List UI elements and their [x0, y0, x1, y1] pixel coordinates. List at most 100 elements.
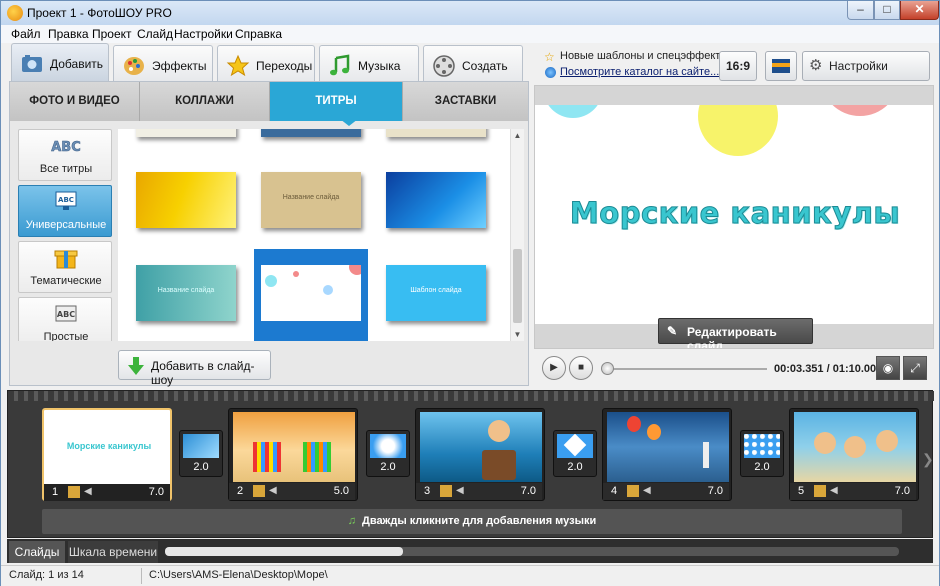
slide-number: 1 — [52, 486, 59, 498]
menu-edit[interactable]: Правка — [48, 27, 89, 41]
transition-thumb — [370, 434, 406, 458]
slide-4[interactable]: 4 ◀ 7.0 — [602, 408, 732, 501]
app-window: Проект 1 - ФотоШОУ PRO – □ ✕ Файл Правка… — [0, 0, 940, 586]
time-readout: 00:03.351 / 01:10.000 — [774, 363, 883, 375]
template-thumb[interactable] — [386, 172, 486, 228]
subtab-titles[interactable]: ТИТРЫ — [270, 82, 403, 121]
menu-slide[interactable]: Слайд — [137, 27, 173, 41]
template-caption: Название слайда — [157, 287, 215, 294]
fullscreen-button[interactable]: ⤢ — [903, 356, 927, 380]
child-face — [814, 432, 836, 454]
decor-circle — [265, 275, 277, 287]
edit-slide-button[interactable]: ✎ Редактировать слайд — [658, 318, 813, 348]
filmstrip-scroll-thumb[interactable] — [165, 547, 403, 556]
landscape-image-icon — [772, 59, 790, 73]
menu-file[interactable]: Файл — [11, 27, 41, 41]
camera-icon: ◉ — [882, 361, 894, 375]
subtab-collages[interactable]: КОЛЛАЖИ — [140, 82, 270, 121]
stop-button[interactable]: ■ — [569, 356, 593, 380]
edit-icon[interactable] — [627, 485, 639, 497]
tab-add[interactable]: Добавить — [11, 43, 109, 83]
category-label: Все титры — [39, 163, 93, 175]
scroll-thumb[interactable] — [513, 249, 522, 323]
tab-transitions[interactable]: Переходы — [217, 45, 315, 83]
gift-icon — [54, 250, 78, 269]
tab-music[interactable]: Музыка — [319, 45, 419, 83]
template-thumb[interactable] — [261, 129, 361, 137]
seek-track[interactable] — [604, 368, 767, 370]
template-thumb[interactable]: Название слайда — [261, 172, 361, 228]
abc-monitor-icon: ABC — [55, 191, 77, 210]
sound-icon[interactable]: ◀ — [84, 486, 92, 497]
snapshot-button[interactable]: ◉ — [876, 356, 900, 380]
edit-icon[interactable] — [440, 485, 452, 497]
sound-icon[interactable]: ◀ — [643, 485, 651, 496]
tab-timeline[interactable]: Шкала времени — [68, 541, 158, 563]
edit-icon[interactable] — [253, 485, 265, 497]
edit-icon[interactable] — [68, 486, 80, 498]
transition-3[interactable]: 2.0 — [553, 430, 597, 477]
transition-4[interactable]: 2.0 — [740, 430, 784, 477]
menu-project[interactable]: Проект — [92, 27, 132, 41]
slide-meta: 5 ◀ 7.0 — [790, 483, 916, 500]
template-thumb[interactable]: Шаблон слайда — [386, 265, 486, 321]
project-settings-button[interactable]: ⚙ Настройки проекта — [802, 51, 930, 101]
play-button[interactable]: ▶ — [542, 356, 566, 380]
photo-add-icon — [22, 55, 42, 72]
sound-icon[interactable]: ◀ — [830, 485, 838, 496]
subtab-intros[interactable]: ЗАСТАВКИ — [403, 82, 528, 121]
transition-1[interactable]: 2.0 — [179, 430, 223, 477]
edit-icon[interactable] — [814, 485, 826, 497]
svg-text:ABC: ABC — [51, 140, 81, 155]
scroll-up-icon[interactable]: ▲ — [511, 129, 524, 142]
category-list: ABC Все титры ABC Универсальные Тематиче… — [18, 129, 114, 341]
template-scrollbar[interactable]: ▲ ▼ — [510, 129, 524, 341]
template-thumb[interactable] — [386, 129, 486, 137]
abc-icon: ABC — [51, 140, 81, 156]
slide-number: 5 — [798, 485, 805, 497]
sound-icon[interactable]: ◀ — [269, 485, 277, 496]
chevron-right-icon[interactable]: ❯ — [922, 451, 934, 468]
category-universal[interactable]: ABC Универсальные — [18, 185, 112, 237]
maximize-button[interactable]: □ — [874, 1, 900, 20]
template-thumb[interactable]: Название слайда — [136, 265, 236, 321]
aspect-ratio-button[interactable]: 16:9 — [719, 51, 757, 81]
letterbox-top — [535, 86, 933, 105]
background-button[interactable] — [765, 51, 797, 81]
slide-number: 3 — [424, 485, 431, 497]
tab-slides[interactable]: Слайды — [9, 541, 65, 563]
seek-handle[interactable] — [601, 362, 614, 375]
slide-2[interactable]: 2 ◀ 5.0 — [228, 408, 358, 501]
template-thumb-selected[interactable] — [261, 265, 361, 321]
subtab-photo-video[interactable]: ФОТО И ВИДЕО — [10, 82, 140, 121]
menu-help[interactable]: Справка — [235, 27, 282, 41]
slide-counter: Слайд: 1 из 14 — [9, 569, 84, 581]
content-panel: ФОТО И ВИДЕО КОЛЛАЖИ ТИТРЫ ЗАСТАВКИ ABC … — [9, 81, 529, 387]
add-to-slideshow-button[interactable]: Добавить в слайд-шоу — [118, 350, 271, 387]
template-thumb[interactable] — [136, 172, 236, 228]
filmstrip-scrollbar[interactable] — [165, 547, 899, 556]
category-simple[interactable]: ABC Простые — [18, 297, 112, 341]
category-thematic[interactable]: Тематические — [18, 241, 112, 293]
category-label: Простые — [43, 331, 89, 341]
close-button[interactable]: ✕ — [900, 1, 939, 20]
tab-effects[interactable]: Эффекты — [113, 45, 213, 83]
status-bar: Слайд: 1 из 14 C:\Users\AMS-Elena\Deskto… — [1, 565, 939, 586]
category-label: Универсальные — [25, 219, 107, 231]
transition-2[interactable]: 2.0 — [366, 430, 410, 477]
slide-3[interactable]: 3 ◀ 7.0 — [415, 408, 545, 501]
catalog-link[interactable]: Посмотрите каталог на сайте... — [560, 66, 719, 78]
minimize-button[interactable]: – — [847, 1, 874, 20]
scroll-down-icon[interactable]: ▼ — [511, 328, 524, 341]
slide-5[interactable]: 5 ◀ 7.0 — [789, 408, 919, 501]
transition-thumb — [557, 434, 593, 458]
news-text: Новые шаблоны и спецэффекты — [560, 50, 729, 62]
slide-1[interactable]: Морские каникулы 1 ◀ 7.0 — [42, 408, 172, 501]
music-track-area[interactable]: ♫ Дважды кликните для добавления музыки — [42, 509, 902, 534]
tab-create[interactable]: Создать — [423, 45, 523, 83]
template-thumb[interactable] — [136, 129, 236, 137]
balloon — [647, 424, 661, 440]
sound-icon[interactable]: ◀ — [456, 485, 464, 496]
menu-settings[interactable]: Настройки — [174, 27, 233, 41]
category-all-titles[interactable]: ABC Все титры — [18, 129, 112, 181]
